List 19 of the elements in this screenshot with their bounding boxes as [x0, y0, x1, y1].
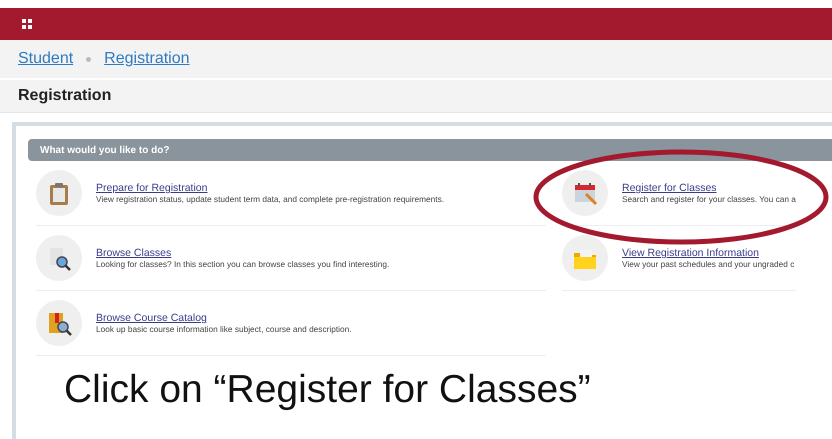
action-link[interactable]: Prepare for Registration	[96, 182, 444, 194]
action-description: View your past schedules and your ungraded c	[622, 259, 794, 269]
page-title: Registration	[18, 87, 112, 105]
book-magnifier-icon	[46, 310, 72, 336]
breadcrumb-link[interactable]: Registration	[104, 50, 190, 68]
action-link[interactable]: Register for Classes	[622, 182, 796, 194]
action-link[interactable]: View Registration Information	[622, 247, 794, 259]
action-description: Search and register for your classes. You can a	[622, 194, 796, 204]
action-description: Look up basic course information like subject, course and description.	[96, 324, 352, 334]
annotation-caption: Click on “Register for Classes”	[64, 368, 591, 412]
action-description: View registration status, update student term data, and complete pre-registration requirements.	[96, 194, 444, 204]
action-description: Looking for classes? In this section you can browse classes you find interesting.	[96, 259, 390, 269]
panel-heading: What would you like to do?	[40, 144, 170, 156]
action-link[interactable]: Browse Classes	[96, 247, 390, 259]
separator-dot	[86, 56, 92, 62]
breadcrumb-link[interactable]: Student	[18, 50, 74, 68]
app-menu-icon[interactable]	[22, 19, 32, 29]
calendar-pencil-icon	[572, 180, 598, 206]
action-link[interactable]: Browse Course Catalog	[96, 312, 352, 324]
